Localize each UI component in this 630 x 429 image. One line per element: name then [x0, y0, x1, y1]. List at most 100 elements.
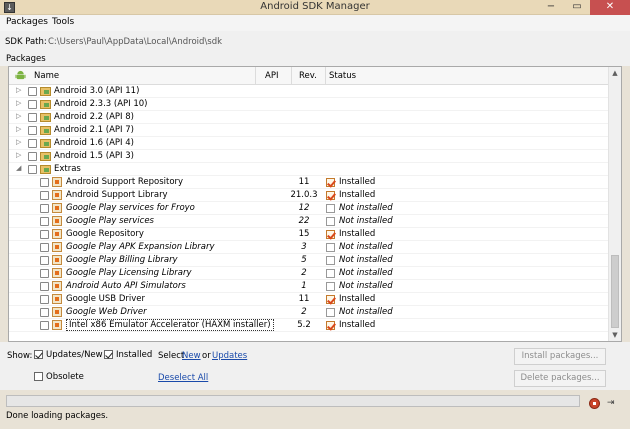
row-name: Android 2.2 (API 8) — [54, 112, 134, 122]
row-checkbox[interactable] — [28, 113, 37, 122]
row-checkbox[interactable] — [40, 308, 49, 317]
row-name: Android 2.1 (API 7) — [54, 125, 134, 135]
row-rev: 11 — [298, 294, 310, 304]
folder-icon — [40, 87, 51, 96]
table-row[interactable]: Google Play Licensing Library 2 Not instal… — [9, 267, 609, 280]
expand-icon[interactable]: ▷ — [16, 125, 21, 133]
row-checkbox[interactable] — [28, 165, 37, 174]
package-icon — [52, 307, 62, 317]
select-new-link[interactable]: New — [182, 351, 201, 361]
not-installed-icon — [326, 308, 335, 317]
row-name: Google Web Driver — [66, 307, 147, 317]
row-checkbox[interactable] — [40, 217, 49, 226]
package-icon — [52, 242, 62, 252]
expand-icon[interactable]: ▷ — [16, 86, 21, 94]
row-checkbox[interactable] — [40, 243, 49, 252]
close-button[interactable]: ✕ — [590, 0, 630, 15]
installed-checkbox[interactable] — [104, 350, 113, 359]
package-icon — [52, 281, 62, 291]
column-api[interactable]: API — [265, 71, 278, 81]
table-row[interactable]: Google Play Billing Library 5 Not installe… — [9, 254, 609, 267]
row-checkbox[interactable] — [28, 139, 37, 148]
table-row[interactable]: Google Play services for Froyo 12 Not inst… — [9, 202, 609, 215]
row-rev: 21.0.3 — [290, 190, 318, 200]
row-checkbox[interactable] — [28, 100, 37, 109]
table-row[interactable]: ▷ Android 1.5 (API 3) — [9, 150, 609, 163]
table-row[interactable]: Google Play services 22 Not installed — [9, 215, 609, 228]
package-icon — [52, 190, 62, 200]
column-status[interactable]: Status — [329, 71, 356, 81]
menu-bar: Packages Tools — [0, 15, 630, 31]
not-installed-icon — [326, 269, 335, 278]
table-row[interactable]: ▷ Android 2.1 (API 7) — [9, 124, 609, 137]
updates-new-checkbox[interactable] — [34, 350, 43, 359]
menu-packages[interactable]: Packages — [6, 17, 48, 27]
row-checkbox[interactable] — [40, 282, 49, 291]
row-status: Not installed — [339, 242, 393, 252]
expand-icon[interactable]: ▷ — [16, 138, 21, 146]
select-updates-link[interactable]: Updates — [212, 351, 247, 361]
sdk-path-label: SDK Path: — [5, 37, 47, 47]
table-row[interactable]: ▷ Android 1.6 (API 4) — [9, 137, 609, 150]
scroll-up-icon[interactable]: ▲ — [609, 67, 621, 79]
table-row[interactable]: Intel x86 Emulator Accelerator (HAXM ins… — [9, 319, 609, 332]
installed-label[interactable]: Installed — [116, 350, 152, 360]
vertical-scrollbar[interactable]: ▲ ▼ — [608, 67, 621, 341]
scroll-down-icon[interactable]: ▼ — [609, 329, 621, 341]
row-checkbox[interactable] — [28, 87, 37, 96]
table-row[interactable]: Android Support Repository 11 Installed — [9, 176, 609, 189]
column-rev[interactable]: Rev. — [299, 71, 317, 81]
column-name[interactable]: Name — [34, 71, 59, 81]
row-checkbox[interactable] — [40, 191, 49, 200]
not-installed-icon — [326, 217, 335, 226]
row-checkbox[interactable] — [40, 295, 49, 304]
minimize-button[interactable]: − — [538, 0, 564, 15]
row-name: Intel x86 Emulator Accelerator (HAXM ins… — [66, 319, 274, 331]
log-icon[interactable]: ⇥ — [607, 398, 619, 409]
delete-packages-button[interactable]: Delete packages... — [514, 370, 606, 387]
table-row[interactable]: Google Repository 15 Installed — [9, 228, 609, 241]
expand-icon[interactable]: ▷ — [16, 112, 21, 120]
folder-icon — [40, 126, 51, 135]
row-checkbox[interactable] — [40, 256, 49, 265]
table-row[interactable]: Google Play APK Expansion Library 3 Not in… — [9, 241, 609, 254]
updates-new-label[interactable]: Updates/New — [46, 350, 103, 360]
menu-tools[interactable]: Tools — [52, 17, 74, 27]
expand-icon[interactable]: ▷ — [16, 99, 21, 107]
row-checkbox[interactable] — [40, 204, 49, 213]
deselect-all-link[interactable]: Deselect All — [158, 373, 208, 383]
maximize-button[interactable]: ▭ — [564, 0, 590, 15]
collapse-icon[interactable]: ◢ — [16, 164, 21, 172]
progress-bar — [6, 395, 580, 407]
scrollbar-thumb[interactable] — [611, 255, 619, 328]
table-row[interactable]: Android Support Library 21.0.3 Installed — [9, 189, 609, 202]
obsolete-checkbox[interactable] — [34, 372, 43, 381]
row-name: Extras — [54, 164, 81, 174]
row-name: Google Play services — [66, 216, 154, 226]
table-body: ▷ Android 3.0 (API 11) ▷ Android 2.3.3 (API… — [9, 85, 609, 332]
obsolete-label[interactable]: Obsolete — [46, 372, 84, 382]
table-row[interactable]: ▷ Android 3.0 (API 11) — [9, 85, 609, 98]
row-checkbox[interactable] — [40, 178, 49, 187]
package-icon — [52, 268, 62, 278]
row-checkbox[interactable] — [40, 230, 49, 239]
row-checkbox[interactable] — [40, 321, 49, 330]
row-status: Installed — [339, 229, 376, 239]
table-row[interactable]: Google USB Driver 11 Installed — [9, 293, 609, 306]
table-row[interactable]: ▷ Android 2.3.3 (API 10) — [9, 98, 609, 111]
table-row[interactable]: ▷ Android 2.2 (API 8) — [9, 111, 609, 124]
row-checkbox[interactable] — [28, 126, 37, 135]
install-packages-button[interactable]: Install packages... — [514, 348, 606, 365]
row-status: Installed — [339, 177, 376, 187]
row-checkbox[interactable] — [40, 269, 49, 278]
expand-icon[interactable]: ▷ — [16, 151, 21, 159]
row-status: Installed — [339, 294, 376, 304]
not-installed-icon — [326, 204, 335, 213]
table-row[interactable]: ◢ Extras — [9, 163, 609, 176]
row-checkbox[interactable] — [28, 152, 37, 161]
table-row[interactable]: Android Auto API Simulators 1 Not installe… — [9, 280, 609, 293]
package-icon — [52, 294, 62, 304]
sdk-path-bar: SDK Path: C:\Users\Paul\AppData\Local\An… — [0, 31, 630, 53]
table-row[interactable]: Google Web Driver 2 Not installed — [9, 306, 609, 319]
stop-icon[interactable] — [589, 398, 600, 409]
